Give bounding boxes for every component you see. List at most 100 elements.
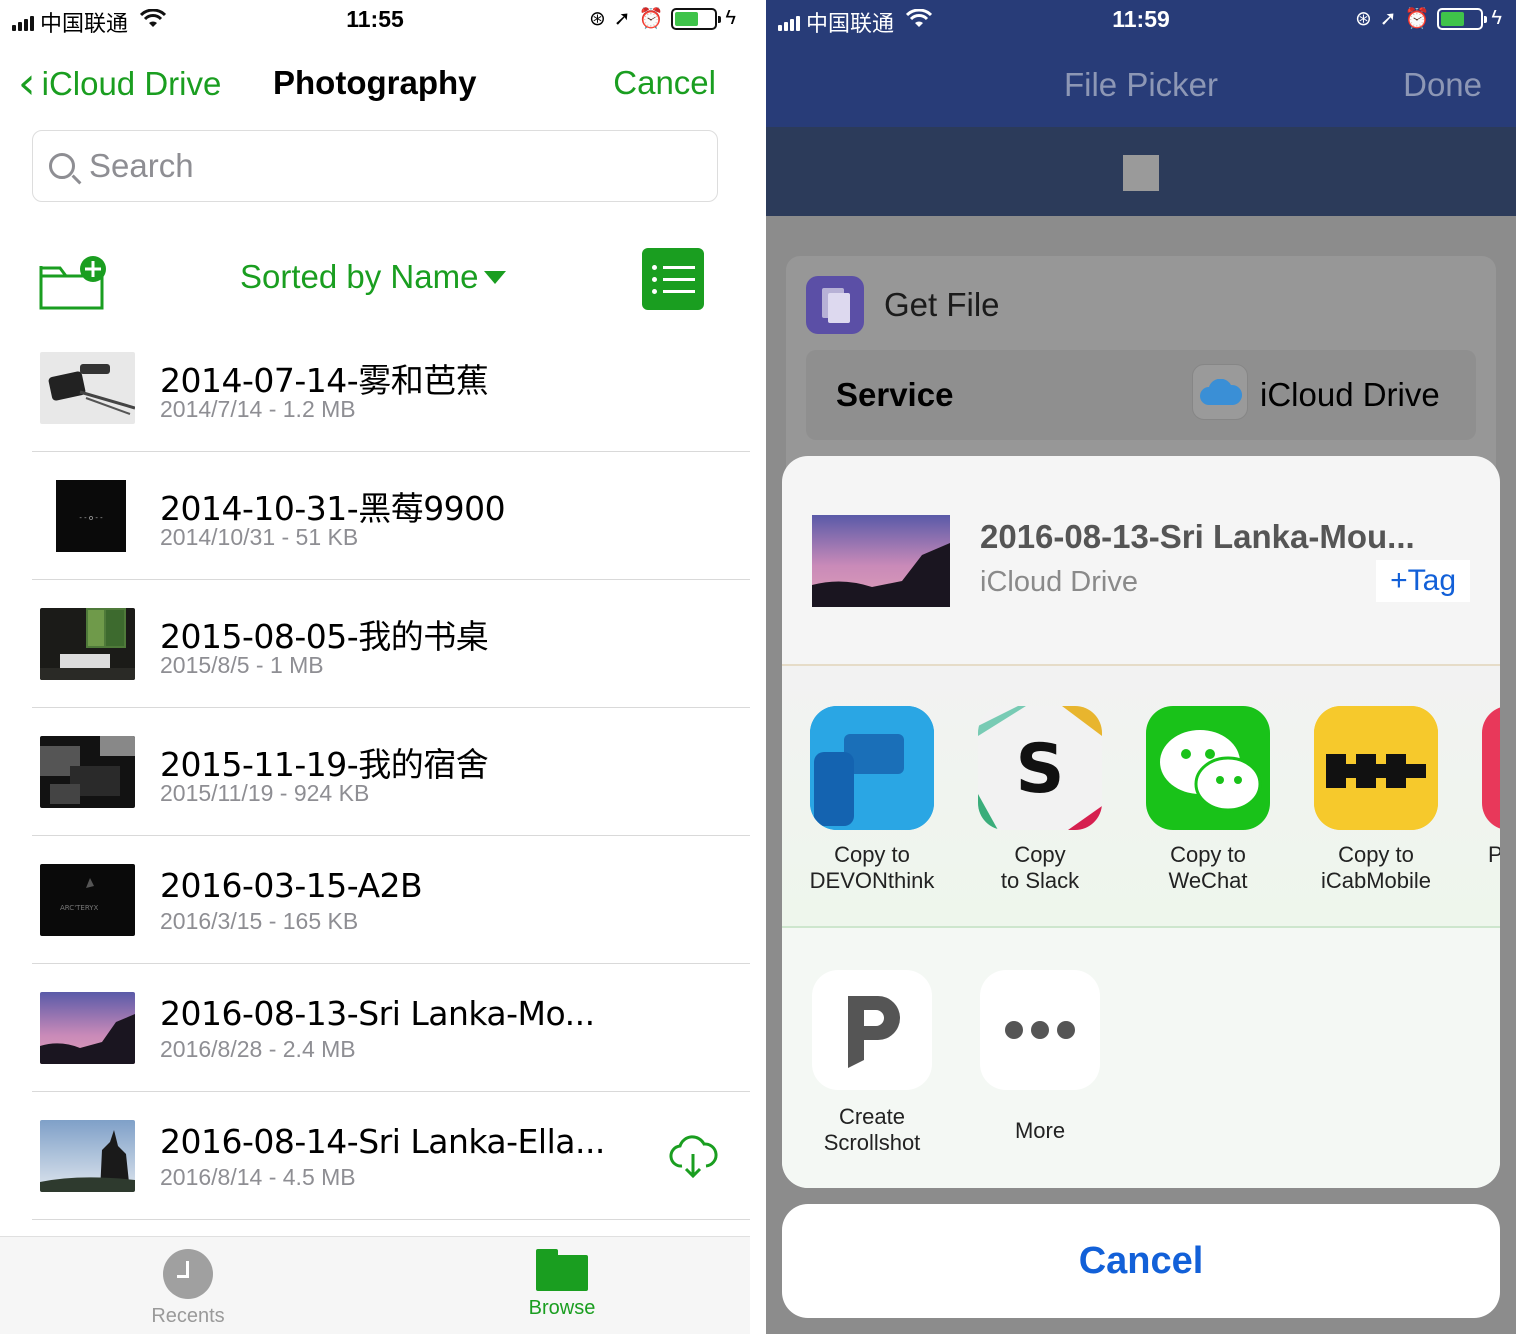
new-folder-button[interactable] <box>38 254 110 314</box>
file-row[interactable]: - - o - - 2014-10-31-黑莓9900 2014/10/31 - 5… <box>32 452 750 580</box>
file-thumbnail <box>812 515 950 607</box>
file-row[interactable]: 2015-11-19-我的宿舍 2015/11/19 - 924 KB <box>32 708 750 836</box>
clock-icon <box>163 1249 213 1299</box>
app-label: Copy to WeChat <box>1168 842 1248 893</box>
header-bar: 中国联通 11:59 ⊛ ➚ ⏰ ϟ File Picker Done <box>766 0 1516 127</box>
get-file-icon <box>806 276 864 334</box>
service-row[interactable]: Service iCloud Drive <box>806 350 1476 440</box>
alarm-icon: ⏰ <box>638 8 664 30</box>
sort-dropdown[interactable]: Sorted by Name <box>240 258 507 296</box>
file-meta: 2016/8/28 - 2.4 MB <box>160 1036 356 1062</box>
share-actions-row: Create Scrollshot More <box>782 928 1500 1188</box>
charging-icon: ϟ <box>1491 7 1502 29</box>
action-label: Create Scrollshot <box>823 1104 921 1155</box>
tab-label: Browse <box>528 1297 596 1319</box>
status-icons: ⊛ ➚ ⏰ ϟ <box>589 6 736 31</box>
tab-label: Recents <box>151 1305 225 1327</box>
action-label: More <box>1014 1118 1066 1143</box>
page-title: Photography <box>273 64 477 101</box>
caret-down-icon <box>484 270 507 284</box>
file-thumbnail: - - o - - <box>40 480 135 552</box>
cloud-download-icon[interactable] <box>668 1134 718 1180</box>
file-meta: 2015/11/19 - 924 KB <box>160 780 370 806</box>
devonthink-icon <box>810 706 934 830</box>
file-name: 2015-08-05-我的书桌 <box>160 617 489 656</box>
partial-app[interactable]: P <box>1454 706 1500 868</box>
tab-recents[interactable]: Recents <box>88 1249 288 1328</box>
copy-to-slack[interactable]: S Copy to Slack <box>950 706 1130 894</box>
stop-icon[interactable] <box>1123 155 1159 191</box>
file-meta: 2014/7/14 - 1.2 MB <box>160 396 356 422</box>
location-icon: ➚ <box>1379 8 1397 30</box>
share-sheet: 2016-08-13-Sri Lanka-Mou... iCloud Drive… <box>782 456 1500 1188</box>
service-value: iCloud Drive <box>1260 376 1440 413</box>
tab-bar: Recents Browse <box>0 1236 750 1334</box>
list-view-button[interactable] <box>642 248 704 310</box>
battery-icon <box>671 7 722 30</box>
scrollshot-icon <box>812 970 932 1090</box>
service-label: Service <box>836 376 954 413</box>
done-button[interactable]: Done <box>1403 66 1482 104</box>
file-thumbnail: ARC'TERYX <box>40 864 135 936</box>
chevron-left-icon: ‹ <box>18 58 36 109</box>
new-folder-icon <box>39 256 106 310</box>
file-thumbnail <box>40 1120 135 1192</box>
rotation-lock-icon: ⊛ <box>588 8 606 30</box>
status-bar: 中国联通 11:55 ⊛ ➚ ⏰ ϟ <box>0 0 750 40</box>
more-actions[interactable]: More <box>950 970 1130 1144</box>
more-icon <box>980 970 1100 1090</box>
file-meta: 2015/8/5 - 1 MB <box>160 652 324 678</box>
workflow-screen: 中国联通 11:59 ⊛ ➚ ⏰ ϟ File Picker Done Get … <box>766 0 1516 1334</box>
status-icons: ⊛ ➚ ⏰ ϟ <box>1355 6 1502 31</box>
run-bar <box>766 127 1516 216</box>
file-name: 2016-08-13-Sri Lanka-Mo... <box>160 994 595 1033</box>
svg-text:ARC'TERYX: ARC'TERYX <box>60 904 99 912</box>
files-toolbar: Sorted by Name <box>0 246 750 316</box>
file-name: 2016-08-13-Sri Lanka-Mou... <box>980 518 1415 555</box>
folder-icon <box>536 1249 588 1291</box>
nav-bar: ‹ iCloud Drive Photography Cancel <box>0 56 750 116</box>
file-thumbnail <box>40 736 135 808</box>
back-label: iCloud Drive <box>41 65 222 102</box>
app-label: P <box>1488 842 1500 867</box>
file-name: 2016-08-14-Sri Lanka-Ella... <box>160 1122 605 1161</box>
share-apps-row: Copy to DEVONthink S Copy to Slack Copy … <box>782 666 1500 928</box>
search-field[interactable] <box>32 130 718 202</box>
file-row[interactable]: 2014-07-14-雾和芭蕉 2014/7/14 - 1.2 MB <box>32 324 750 452</box>
charging-icon: ϟ <box>725 7 736 29</box>
svg-text:- - o - -: - - o - - <box>79 514 103 522</box>
file-row[interactable]: 2016-08-13-Sri Lanka-Mo... 2016/8/28 - 2.… <box>32 964 750 1092</box>
status-bar: 中国联通 11:59 ⊛ ➚ ⏰ ϟ <box>766 0 1516 40</box>
file-meta: 2016/8/14 - 4.5 MB <box>160 1164 356 1190</box>
create-scrollshot[interactable]: Create Scrollshot <box>782 970 962 1156</box>
file-name: 2014-07-14-雾和芭蕉 <box>160 361 489 400</box>
back-button[interactable]: ‹ iCloud Drive <box>18 62 221 106</box>
app-label: Copy to DEVONthink <box>809 842 935 893</box>
copy-to-devonthink[interactable]: Copy to DEVONthink <box>782 706 962 894</box>
file-list: 2014-07-14-雾和芭蕉 2014/7/14 - 1.2 MB - - o -… <box>32 324 750 1220</box>
share-header: 2016-08-13-Sri Lanka-Mou... iCloud Drive… <box>782 456 1500 666</box>
file-thumbnail <box>40 608 135 680</box>
file-location: iCloud Drive <box>980 566 1138 598</box>
svg-text:S: S <box>1016 730 1065 809</box>
app-label: Copy to Slack <box>1000 842 1080 893</box>
wechat-icon <box>1146 706 1270 830</box>
file-row[interactable]: 2016-08-14-Sri Lanka-Ella... 2016/8/14 - … <box>32 1092 750 1220</box>
tab-browse[interactable]: Browse <box>462 1249 662 1320</box>
sort-label: Sorted by Name <box>240 258 479 295</box>
alarm-icon: ⏰ <box>1404 8 1430 30</box>
sheet-cancel-button[interactable]: Cancel <box>782 1204 1500 1318</box>
location-icon: ➚ <box>613 8 631 30</box>
file-row[interactable]: ARC'TERYX 2016-03-15-A2B 2016/3/15 - 165 K… <box>32 836 750 964</box>
copy-to-wechat[interactable]: Copy to WeChat <box>1118 706 1298 894</box>
file-thumbnail <box>40 992 135 1064</box>
file-thumbnail <box>40 352 135 424</box>
file-row[interactable]: 2015-08-05-我的书桌 2015/8/5 - 1 MB <box>32 580 750 708</box>
file-name: 2014-10-31-黑莓9900 <box>160 489 506 528</box>
search-input[interactable] <box>89 147 689 185</box>
icloud-icon <box>1192 364 1248 420</box>
add-tag-button[interactable]: +Tag <box>1376 560 1470 602</box>
file-meta: 2014/10/31 - 51 KB <box>160 524 359 550</box>
copy-to-icabmobile[interactable]: Copy to iCabMobile <box>1286 706 1466 894</box>
cancel-button[interactable]: Cancel <box>613 64 716 102</box>
